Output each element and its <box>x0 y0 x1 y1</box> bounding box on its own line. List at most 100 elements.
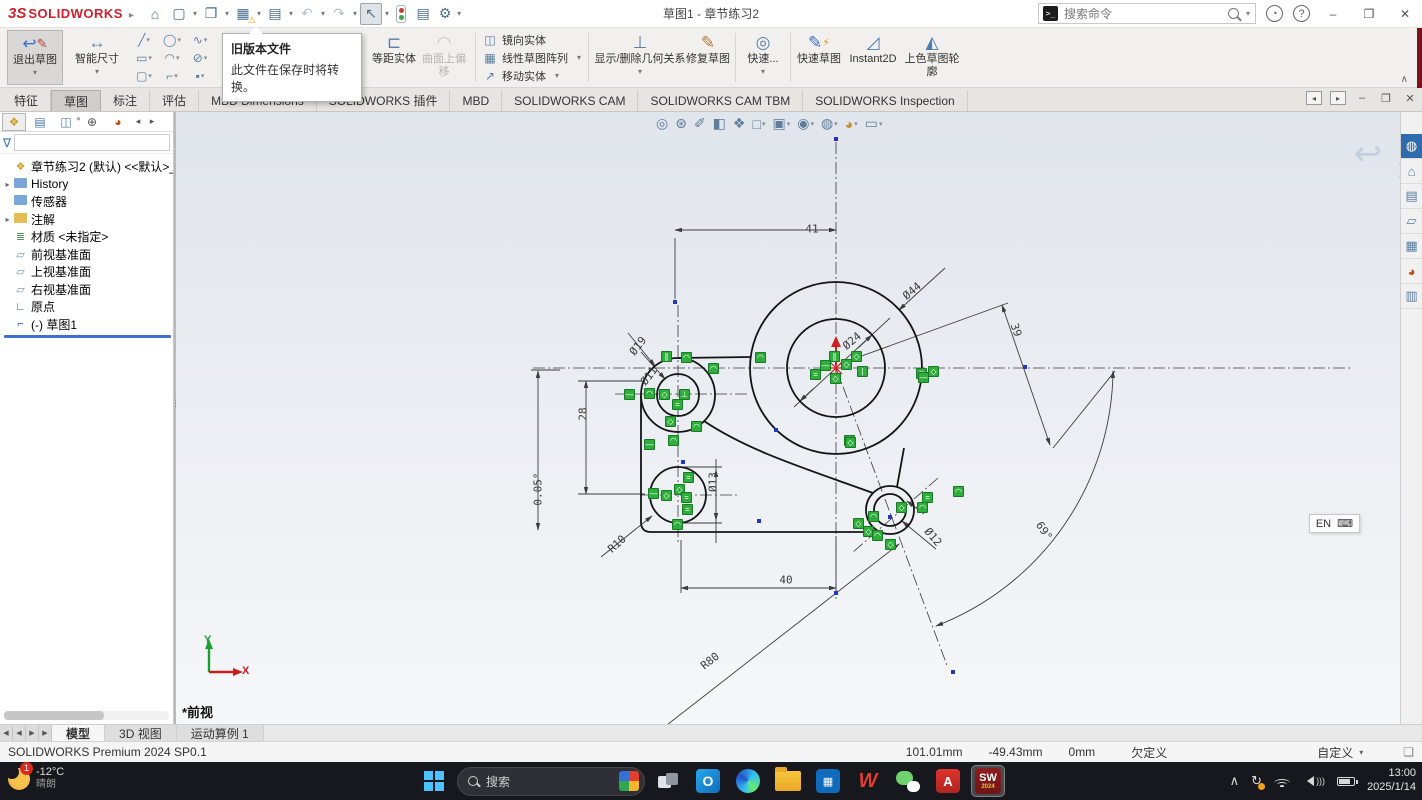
view-palette-icon[interactable]: ▦ <box>1401 234 1422 259</box>
options-gear-icon[interactable]: ⚙ <box>434 3 456 25</box>
volume-icon[interactable]: ))) <box>1302 776 1325 786</box>
sketch-relation-icon[interactable]: — <box>918 372 929 383</box>
panel-horizontal-scrollbar[interactable] <box>4 711 169 720</box>
dimension-label[interactable]: 40 <box>779 574 792 587</box>
tree-item-origin[interactable]: ∟原点 <box>2 298 173 316</box>
file-explorer-button[interactable] <box>771 765 805 797</box>
home-tab-icon[interactable]: ⌂ <box>1401 159 1422 184</box>
linear-pattern-button[interactable]: ▦线性草图阵列▾ <box>481 50 583 66</box>
exit-sketch-button[interactable]: ↩✎ 退出草图▾ <box>7 30 63 85</box>
sketch-point[interactable] <box>757 519 761 523</box>
ribbon-tab-1[interactable]: 特征 <box>2 90 51 111</box>
user-account-icon[interactable]: ◔ <box>1266 5 1283 22</box>
sketch-relation-icon[interactable]: ◇ <box>896 502 907 513</box>
tree-filter-input[interactable] <box>14 134 170 151</box>
tab-scroll-last-icon[interactable]: ▶ <box>39 725 52 741</box>
dimension-label[interactable]: Ø13 <box>707 472 720 492</box>
sketch-point[interactable] <box>681 460 685 464</box>
save-icon[interactable]: ▦⚠ <box>232 3 254 25</box>
tray-expand-icon[interactable]: ∧ <box>1230 773 1240 789</box>
ime-indicator[interactable]: EN ⌨ <box>1309 514 1360 533</box>
tab-scroll-prev-icon[interactable]: ◀ <box>13 725 26 741</box>
sketch-relation-icon[interactable]: | <box>857 366 868 377</box>
close-button[interactable]: ✕ <box>1392 4 1418 24</box>
tree-item-history[interactable]: ▸History <box>2 176 173 194</box>
sketch-relation-icon[interactable]: ◠ <box>681 352 692 363</box>
graphics-area[interactable]: ◎⊛✐◧❖□▾▣▾◉▾◍▾◕▾▭▾ <box>176 112 1400 724</box>
model-tab-2[interactable]: 3D 视图 <box>105 725 177 741</box>
sketch-relation-icon[interactable]: = <box>810 369 821 380</box>
edge-button[interactable] <box>731 765 765 797</box>
options-caret-icon[interactable]: ▾ <box>457 9 461 18</box>
sketch-point[interactable] <box>951 670 955 674</box>
tree-item-plane[interactable]: ▱前视基准面 <box>2 246 173 264</box>
undo-icon[interactable]: ↶ <box>296 3 318 25</box>
microsoft-store-button[interactable]: ▦ <box>811 765 845 797</box>
panel-tab-left-icon[interactable]: ◂ <box>132 116 144 127</box>
sketch-relation-icon[interactable]: ◇ <box>885 539 896 550</box>
panel-grip[interactable]: ● <box>76 114 81 123</box>
command-manager-icon[interactable]: ▤ <box>412 3 434 25</box>
shaded-contours-button[interactable]: ◭ 上色草图轮廓 <box>904 30 960 85</box>
start-button[interactable] <box>417 765 451 797</box>
move-entities-button[interactable]: ↗移动实体▾ <box>481 68 583 84</box>
sketch-relation-icon[interactable]: — <box>820 360 831 371</box>
design-library-icon[interactable]: ▤ <box>1401 184 1422 209</box>
wechat-button[interactable] <box>891 765 925 797</box>
ribbon-tab-2[interactable]: 草图 <box>51 90 101 111</box>
slot-tool[interactable]: ▢▾ <box>131 67 157 85</box>
model-tab-3[interactable]: 运动算例 1 <box>177 725 264 741</box>
wifi-icon[interactable] <box>1274 775 1290 787</box>
appearances-icon[interactable]: ◕ <box>1401 259 1422 284</box>
sketch-relation-icon[interactable]: — <box>648 488 659 499</box>
doc-minimize-icon[interactable]: – <box>1354 92 1370 104</box>
solidworks-resources-icon[interactable]: ◍ <box>1401 134 1422 159</box>
sketch-point[interactable] <box>834 137 838 141</box>
sketch-relation-icon[interactable]: ◇ <box>851 351 862 362</box>
restore-button[interactable]: ❐ <box>1356 4 1382 24</box>
confirmation-corner[interactable]: ↩ ✕ <box>1354 134 1383 174</box>
undo-icon-caret[interactable]: ▾ <box>321 9 325 18</box>
ribbon-collapse-icon[interactable]: ∧ <box>1401 74 1408 85</box>
sketch-relation-icon[interactable]: ◇ <box>665 416 676 427</box>
redo-icon-caret[interactable]: ▾ <box>353 9 357 18</box>
arc-tool[interactable]: ◠▾ <box>159 49 185 67</box>
sketch-relation-icon[interactable]: — <box>624 389 635 400</box>
mirror-entities-button[interactable]: ◫镜向实体 <box>481 32 583 48</box>
configurationmanager-tab[interactable]: ◫ <box>54 113 78 131</box>
fillet-tool[interactable]: ⌐▾ <box>159 67 185 85</box>
tab-scroll-first-icon[interactable]: ◀ <box>0 725 13 741</box>
save-icon-caret[interactable]: ▾ <box>257 9 261 18</box>
doc-close-icon[interactable]: ✕ <box>1402 92 1418 105</box>
sketch-relation-icon[interactable]: = <box>681 492 692 503</box>
sketch-point[interactable] <box>888 515 892 519</box>
task-view-button[interactable] <box>651 765 685 797</box>
spline-tool[interactable]: ∿▾ <box>187 31 213 49</box>
tree-item-plane[interactable]: ▱上视基准面 <box>2 263 173 281</box>
sketch-relation-icon[interactable]: ◇ <box>830 373 841 384</box>
help-icon[interactable]: ? <box>1293 5 1310 22</box>
custom-properties-icon[interactable]: ▥ <box>1401 284 1422 309</box>
sketch-relation-icon[interactable]: ◠ <box>708 363 719 374</box>
dimension-label[interactable]: 41 <box>805 223 818 236</box>
new-document-icon[interactable]: ▢ <box>168 3 190 25</box>
rectangle-tool[interactable]: ▭▾ <box>131 49 157 67</box>
sketch-point[interactable] <box>673 300 677 304</box>
cancel-sketch-icon[interactable]: ✕ <box>1396 156 1401 187</box>
sketch-relation-icon[interactable]: ◇ <box>661 490 672 501</box>
sketch-relation-icon[interactable]: ◠ <box>644 388 655 399</box>
instant2d-button[interactable]: ◿ Instant2D <box>842 30 904 85</box>
model-tab-1[interactable]: 模型 <box>52 725 105 741</box>
home-icon[interactable]: ⌂ <box>144 3 166 25</box>
traffic-light-icon[interactable] <box>390 3 412 25</box>
sketch-relation-icon[interactable]: ◠ <box>691 421 702 432</box>
tree-item-plane[interactable]: ▱右视基准面 <box>2 281 173 299</box>
doc-restore-icon[interactable]: ❐ <box>1378 92 1394 105</box>
dimension-label[interactable]: 28 <box>577 407 590 420</box>
battery-icon[interactable] <box>1337 777 1355 786</box>
ribbon-tab-7[interactable]: MBD <box>450 90 502 111</box>
circle-tool[interactable]: ◯▾ <box>159 31 185 49</box>
file-explorer-pane-icon[interactable]: ▱ <box>1401 209 1422 234</box>
tree-root-item[interactable]: ❖章节练习2 (默认) <<默认>_显 <box>2 158 173 176</box>
outlook-button[interactable]: O <box>691 765 725 797</box>
